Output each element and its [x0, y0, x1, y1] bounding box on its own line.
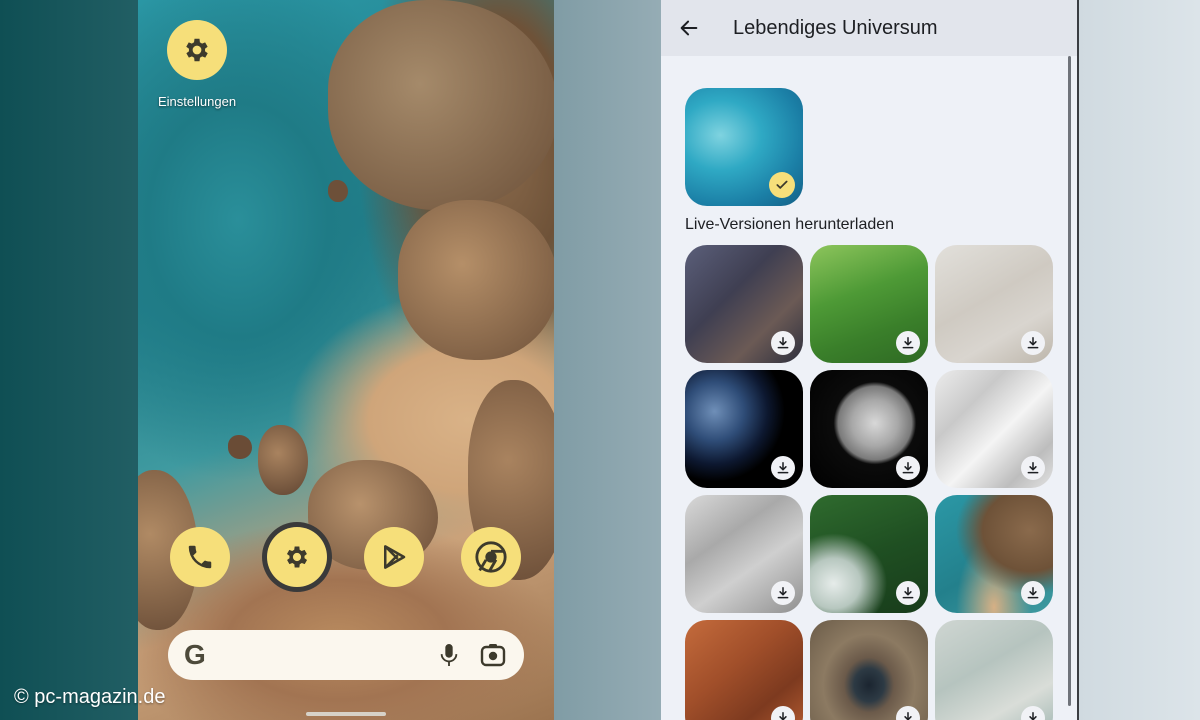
download-icon[interactable]: [896, 706, 920, 720]
download-icon[interactable]: [771, 331, 795, 355]
phone-icon[interactable]: [170, 527, 230, 587]
download-icon[interactable]: [896, 456, 920, 480]
wallpaper-rainforest[interactable]: [810, 495, 928, 613]
wallpaper-canyon-rocks[interactable]: [685, 245, 803, 363]
wallpaper-earth[interactable]: [685, 370, 803, 488]
download-icon[interactable]: [771, 581, 795, 605]
download-icon[interactable]: [1021, 581, 1045, 605]
mic-icon[interactable]: [434, 640, 464, 670]
wallpaper-city-blocks[interactable]: [685, 495, 803, 613]
wallpaper-volcano-crater[interactable]: [810, 620, 928, 720]
selected-wallpaper-ocean-reef[interactable]: [685, 88, 803, 206]
settings-app-label: Einstellungen: [158, 94, 237, 109]
download-icon[interactable]: [1021, 331, 1045, 355]
download-icon[interactable]: [771, 456, 795, 480]
wallpaper-city-tower[interactable]: [935, 370, 1053, 488]
wallpaper-green-meadow[interactable]: [810, 245, 928, 363]
arrow-left-icon[interactable]: [661, 0, 717, 56]
wallpaper-moon[interactable]: [810, 370, 928, 488]
settings-app-shortcut[interactable]: Einstellungen: [158, 20, 236, 109]
wallpaper-pale-shore[interactable]: [935, 620, 1053, 720]
wallpaper-red-desert[interactable]: [685, 620, 803, 720]
google-logo: G: [184, 639, 206, 670]
download-icon[interactable]: [771, 706, 795, 720]
scrollbar[interactable]: [1068, 56, 1071, 706]
wallpaper-rock: [328, 0, 554, 210]
wallpaper-white-sand[interactable]: [935, 245, 1053, 363]
wallpaper-rock: [258, 425, 308, 495]
download-icon[interactable]: [1021, 456, 1045, 480]
gear-icon[interactable]: [167, 20, 228, 80]
wallpaper-coast-beach[interactable]: [935, 495, 1053, 613]
watermark: © pc-magazin.de: [14, 686, 166, 708]
wallpaper-rock: [228, 435, 252, 459]
page-title: Lebendiges Universum: [733, 16, 938, 39]
camera-icon[interactable]: [478, 640, 508, 670]
home-screen: Einstellungen G: [138, 0, 554, 720]
section-label: Live-Versionen herunterladen: [685, 216, 895, 233]
wallpaper-picker-screen: Lebendiges Universum Live-Versionen heru…: [661, 0, 1079, 720]
download-icon[interactable]: [896, 331, 920, 355]
gear-icon[interactable]: [267, 527, 327, 587]
wallpaper-rock: [328, 180, 348, 202]
google-search-bar[interactable]: G: [168, 630, 524, 680]
home-indicator[interactable]: [306, 712, 386, 716]
download-icon[interactable]: [896, 581, 920, 605]
play-store-icon[interactable]: [364, 527, 424, 587]
check-icon: [769, 172, 795, 198]
chrome-icon[interactable]: [461, 527, 521, 587]
picker-header: Lebendiges Universum: [661, 0, 1077, 56]
download-icon[interactable]: [1021, 706, 1045, 720]
wallpaper-rock: [398, 200, 554, 360]
